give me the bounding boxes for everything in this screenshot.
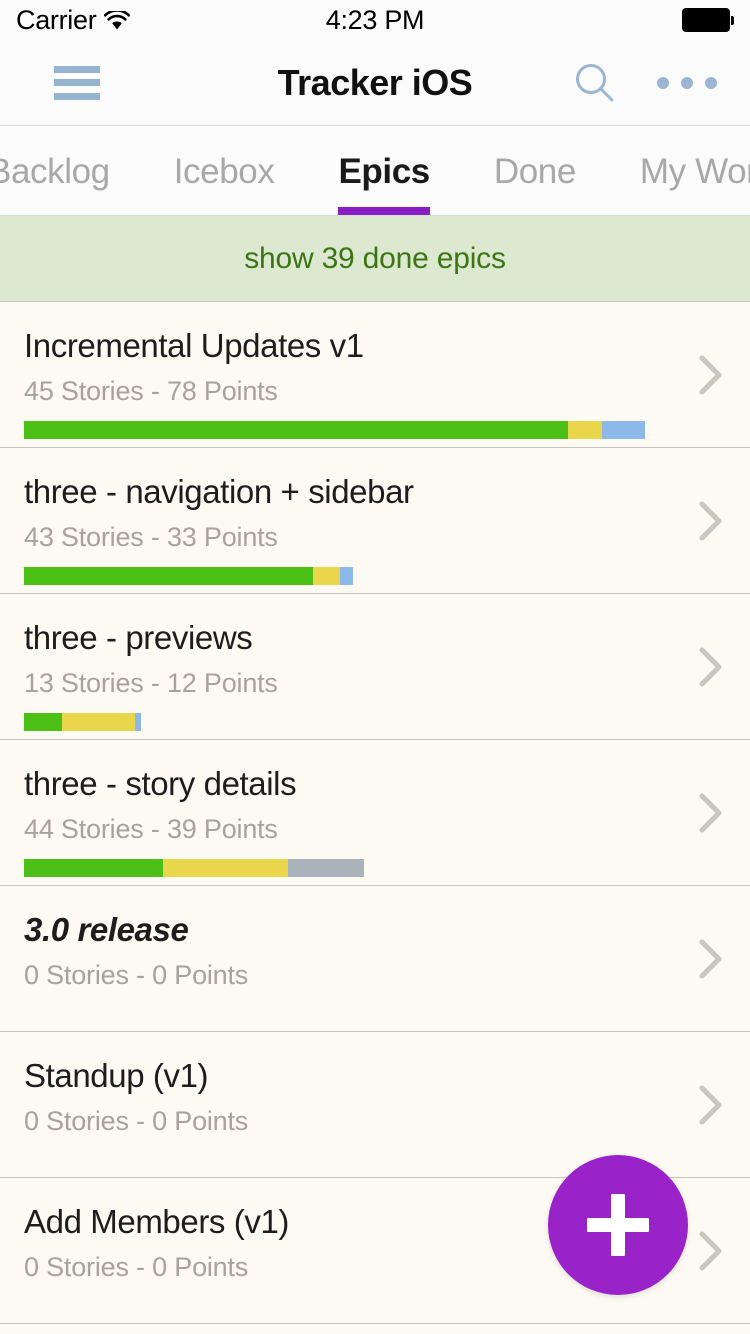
- epic-progress-bar: [24, 859, 680, 878]
- epic-list-item[interactable]: three - story details 44 Stories - 39 Po…: [0, 740, 750, 886]
- progress-segment-started: [340, 567, 353, 586]
- tab-label: Done: [493, 152, 576, 191]
- chevron-right-icon[interactable]: [696, 1228, 726, 1274]
- epic-stats: 0 Stories - 0 Points: [24, 960, 249, 991]
- search-icon[interactable]: [570, 58, 620, 108]
- epic-title: Standup (v1): [24, 1057, 209, 1094]
- add-epic-fab[interactable]: [548, 1155, 688, 1295]
- epic-title: 3.0 release: [24, 911, 189, 948]
- epic-stats: 44 Stories - 39 Points: [24, 814, 278, 845]
- app-screen: Carrier 4:23 PM Tracker iOS Backlog Iceb…: [0, 0, 750, 1334]
- progress-segment-delivered: [62, 713, 135, 732]
- epic-title: three - previews: [24, 619, 253, 656]
- epic-title: three - navigation + sidebar: [24, 473, 414, 510]
- navigation-bar: Tracker iOS: [0, 40, 750, 126]
- tab-done[interactable]: Done: [462, 126, 608, 215]
- tab-underline: [640, 207, 750, 215]
- epic-title: Incremental Updates v1: [24, 327, 364, 364]
- battery-full-icon: [682, 8, 734, 32]
- epic-progress-bar: [24, 567, 680, 586]
- tab-my-work[interactable]: My Work: [608, 126, 750, 215]
- status-bar: Carrier 4:23 PM: [0, 0, 750, 40]
- tab-underline: [494, 207, 576, 215]
- progress-segment-delivered: [313, 567, 340, 586]
- epic-progress-bar: [24, 421, 680, 440]
- tab-label: Backlog: [0, 152, 110, 191]
- progress-segment-accepted: [24, 567, 313, 586]
- epic-list-item-release[interactable]: 3.0 release 0 Stories - 0 Points: [0, 886, 750, 1032]
- tab-scroll-container[interactable]: Backlog Icebox Epics Done My Work: [0, 126, 750, 215]
- tab-underline-active: [338, 207, 430, 215]
- progress-segment-started: [602, 421, 645, 440]
- tab-label: Epics: [338, 152, 430, 191]
- chevron-right-icon[interactable]: [696, 936, 726, 982]
- progress-segment-accepted: [24, 421, 568, 440]
- status-bar-right: [682, 8, 734, 32]
- chevron-right-icon[interactable]: [696, 790, 726, 836]
- show-done-epics-label: show 39 done epics: [244, 241, 506, 275]
- tab-label: My Work: [639, 152, 750, 191]
- wifi-icon: [104, 10, 131, 30]
- page-title: Tracker iOS: [277, 61, 473, 103]
- epic-title: three - story details: [24, 765, 297, 802]
- tab-underline: [0, 207, 110, 215]
- progress-segment-unstarted: [288, 859, 364, 878]
- chevron-right-icon[interactable]: [696, 352, 726, 398]
- chevron-right-icon[interactable]: [696, 1082, 726, 1128]
- epic-stats: 45 Stories - 78 Points: [24, 376, 278, 407]
- show-done-epics-banner[interactable]: show 39 done epics: [0, 216, 750, 302]
- more-options-icon[interactable]: [652, 58, 722, 108]
- progress-segment-accepted: [24, 859, 163, 878]
- tab-backlog[interactable]: Backlog: [0, 126, 142, 215]
- tab-label: Icebox: [173, 152, 275, 191]
- progress-segment-accepted: [24, 713, 62, 732]
- chevron-right-icon[interactable]: [696, 498, 726, 544]
- epic-list-item[interactable]: Standup (v1) 0 Stories - 0 Points: [0, 1032, 750, 1178]
- epic-list-item[interactable]: three - previews 13 Stories - 12 Points: [0, 594, 750, 740]
- tab-epics[interactable]: Epics: [306, 126, 461, 215]
- plus-icon: [611, 1194, 625, 1256]
- epic-stats: 0 Stories - 0 Points: [24, 1106, 249, 1137]
- epic-stats: 13 Stories - 12 Points: [24, 668, 278, 699]
- epic-list-item[interactable]: Incremental Updates v1 45 Stories - 78 P…: [0, 302, 750, 448]
- status-bar-left: Carrier: [16, 4, 131, 36]
- tab-bar[interactable]: Backlog Icebox Epics Done My Work: [0, 126, 750, 216]
- epic-progress-bar: [24, 713, 680, 732]
- tab-icebox[interactable]: Icebox: [142, 126, 307, 215]
- epic-stats: 43 Stories - 33 Points: [24, 522, 278, 553]
- chevron-right-icon[interactable]: [696, 644, 726, 690]
- progress-segment-delivered: [163, 859, 288, 878]
- tab-underline: [174, 207, 275, 215]
- carrier-label: Carrier: [16, 4, 97, 35]
- progress-segment-delivered: [568, 421, 602, 440]
- epic-list-item[interactable]: three - navigation + sidebar 43 Stories …: [0, 448, 750, 594]
- progress-segment-started: [135, 713, 141, 732]
